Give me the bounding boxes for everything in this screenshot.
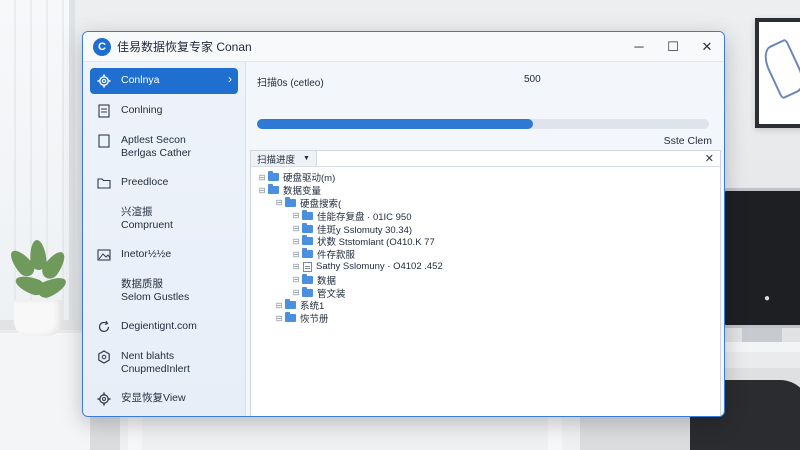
- folder-icon: [302, 273, 313, 284]
- app-logo-icon: C: [93, 37, 111, 56]
- tree-expander-icon[interactable]: ⊟: [291, 288, 301, 297]
- folder-icon: [268, 184, 279, 195]
- status-text: Sste Clem: [663, 135, 712, 147]
- sidebar-item-conlnya[interactable]: Conlnya ›: [90, 68, 238, 94]
- plant-pot: [14, 300, 62, 336]
- close-button[interactable]: ✕: [690, 32, 724, 62]
- tree-row[interactable]: ⊟ 状数 Ststomlant (O410.K 77: [257, 235, 720, 248]
- scan-progress-bar: [257, 119, 709, 129]
- file-tree: ⊟ 硬盘驱动(m) ⊟ 数据变量 ⊟ 硬盘搜索(⊟ 佳能存复盘 · 01IC 950 ⊟ 佳斑y…: [251, 167, 720, 325]
- window-title: 佳易数据恢复专家 Conan: [117, 40, 252, 54]
- sidebar-item-aptlest-secon[interactable]: Aptlest Secon Berlgas Cather: [90, 128, 238, 166]
- title-bar: C 佳易数据恢复专家 Conan ─ ☐ ✕: [83, 32, 724, 62]
- tree-row[interactable]: ⊟ 件存款服: [257, 248, 720, 261]
- sidebar-item-label: Aptlest Secon Berlgas Cather: [121, 134, 192, 159]
- tree-row[interactable]: ⊟ 佳斑y Sslomuty 30.34): [257, 222, 720, 236]
- blank-icon: [96, 277, 112, 293]
- folder-icon: [285, 312, 296, 323]
- folder-icon: [302, 222, 313, 233]
- scan-label: 扫描0s (cetleo): [257, 78, 324, 89]
- sidebar-item-nent-blahts[interactable]: Nent blahts CnupmedInlert: [90, 344, 238, 382]
- sidebar-item-degientignt[interactable]: Degientignt.com: [90, 314, 238, 340]
- image-icon: [96, 247, 112, 263]
- folder-icon: [285, 299, 296, 310]
- sidebar-item-selom-gustles[interactable]: 数据质服 Selom Gustles: [90, 272, 238, 310]
- tree-expander-icon[interactable]: ⊟: [291, 237, 301, 246]
- blank-icon: [96, 205, 112, 221]
- sidebar-item-label: 安显恢复View: [121, 392, 186, 404]
- tree-expander-icon[interactable]: ⊟: [274, 301, 284, 310]
- sidebar-item-label: Conlnya: [121, 74, 160, 86]
- caret-down-icon: ▼: [303, 155, 310, 162]
- sidebar-item-label: Degientignt.com: [121, 320, 197, 332]
- sidebar-item-label: Inetor½½e: [121, 248, 172, 260]
- sidebar-item-label: Conlning: [121, 104, 163, 116]
- tree-row-label: 恢节册: [300, 314, 329, 326]
- app-window: C 佳易数据恢复专家 Conan ─ ☐ ✕ Conlnya › Conlnin…: [82, 31, 725, 417]
- tree-row[interactable]: ⊟ 硬盘搜索(: [257, 196, 720, 210]
- sidebar-item-view[interactable]: 安显恢复View: [90, 386, 238, 412]
- tree-expander-icon[interactable]: ⊟: [291, 224, 301, 233]
- folder-icon: [302, 286, 313, 297]
- sidebar-item-inetor[interactable]: Inetor½½e: [90, 242, 238, 268]
- scan-progress-fill: [257, 119, 533, 129]
- tree-row-label: 件存款服: [317, 250, 356, 262]
- gear-icon: [96, 349, 112, 365]
- tree-row[interactable]: ⊟ 硬盘驱动(m): [257, 171, 720, 184]
- tree-row[interactable]: ⊟ 恢节册: [257, 312, 720, 325]
- window-controls: ─ ☐ ✕: [622, 32, 724, 62]
- folder-icon: [268, 171, 279, 182]
- sidebar-item-label: Preedloce: [121, 176, 169, 188]
- sidebar-item-conlning[interactable]: Conlning: [90, 98, 238, 124]
- background-monitor: [722, 188, 800, 328]
- sidebar-item-compruent[interactable]: 兴渲振 Compruent: [90, 200, 238, 238]
- folder-icon: [302, 248, 313, 259]
- document-icon: [96, 133, 112, 149]
- tree-row-label: Sathy Sslomuny · O4102 .452: [316, 261, 443, 273]
- tree-row[interactable]: ⊟ 管文装: [257, 286, 720, 300]
- background-keyboard: [722, 342, 800, 352]
- tree-expander-icon[interactable]: ⊟: [257, 186, 267, 195]
- tree-row[interactable]: ⊟ Sathy Sslomuny · O4102 .452: [257, 261, 720, 274]
- tree-row[interactable]: ⊟ 系统1: [257, 299, 720, 312]
- sidebar-item-label: 数据质服 Selom Gustles: [121, 278, 190, 303]
- tree-expander-icon[interactable]: ⊟: [291, 250, 301, 259]
- chevron-right-icon: ›: [228, 72, 232, 86]
- main-panel: 扫描0s (cetleo) 500 Sste Clem 扫描进度 ▼ ✕ ⊟ 硬盘…: [247, 62, 724, 416]
- document-icon: [96, 103, 112, 119]
- tree-expander-icon[interactable]: ⊟: [291, 262, 301, 271]
- tree-expander-icon[interactable]: ⊟: [257, 173, 267, 182]
- tree-row[interactable]: ⊟ 数据: [257, 273, 720, 287]
- scan-progress-dropdown[interactable]: 扫描进度 ▼: [251, 151, 317, 166]
- wall-picture-frame: [755, 18, 800, 128]
- apple-logo-icon: ●: [764, 293, 771, 304]
- refresh-icon: [96, 319, 112, 335]
- tree-row[interactable]: ⊟ 佳能存复盘 · 01IC 950: [257, 209, 720, 223]
- maximize-button[interactable]: ☐: [656, 32, 690, 62]
- gear-icon: [96, 73, 112, 89]
- file-tree-panel: 扫描进度 ▼ ✕ ⊟ 硬盘驱动(m) ⊟ 数据变量 ⊟ 硬盘搜索(⊟ 佳能存复盘 · 01I…: [250, 150, 721, 416]
- tree-expander-icon[interactable]: ⊟: [274, 198, 284, 207]
- background-window: [0, 0, 75, 320]
- tree-expander-icon[interactable]: ⊟: [274, 314, 284, 323]
- panel-close-button[interactable]: ✕: [705, 152, 714, 165]
- tree-panel-header: 扫描进度 ▼ ✕: [251, 151, 720, 167]
- sidebar: Conlnya › Conlning Aptlest Secon Berlgas…: [83, 62, 246, 416]
- sidebar-item-label: Nent blahts CnupmedInlert: [121, 350, 190, 375]
- minimize-button[interactable]: ─: [622, 32, 656, 62]
- gear-icon: [96, 391, 112, 407]
- tree-expander-icon[interactable]: ⊟: [291, 211, 301, 220]
- sidebar-item-label: 兴渲振 Compruent: [121, 206, 173, 231]
- background-shelf: [0, 330, 90, 450]
- folder-icon: [302, 209, 313, 220]
- folder-icon: [96, 175, 112, 191]
- file-icon: [303, 261, 312, 272]
- folder-icon: [302, 235, 313, 246]
- sidebar-item-preedloce[interactable]: Preedloce: [90, 170, 238, 196]
- scan-count: 500: [524, 74, 541, 85]
- folder-icon: [285, 196, 296, 207]
- dropdown-label: 扫描进度: [257, 154, 296, 166]
- tree-row[interactable]: ⊟ 数据变量: [257, 184, 720, 197]
- tree-expander-icon[interactable]: ⊟: [291, 275, 301, 284]
